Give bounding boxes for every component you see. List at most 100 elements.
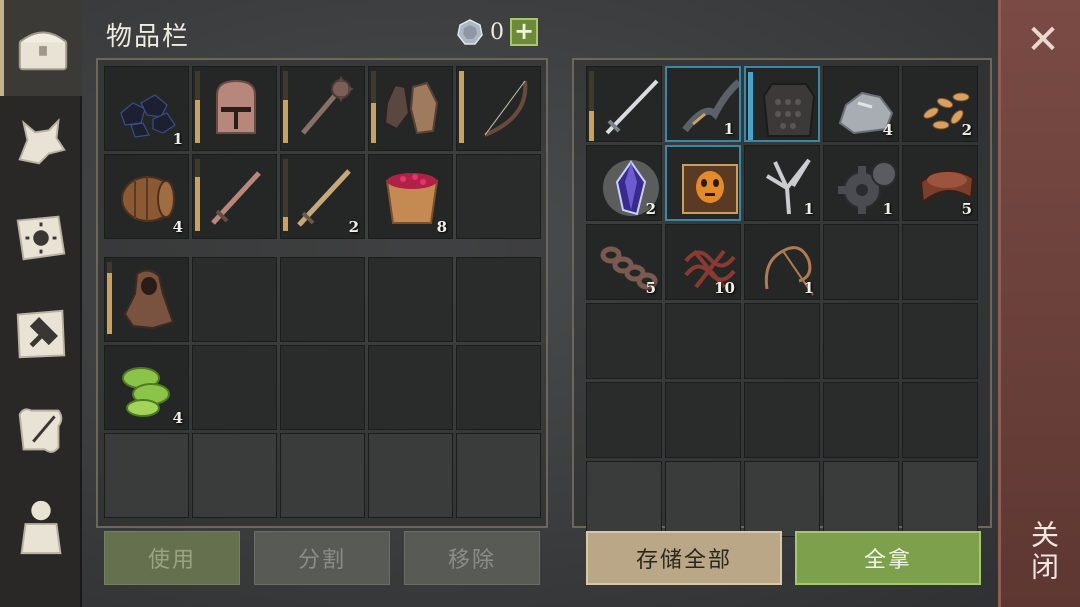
slot-long-sword[interactable]: 2: [280, 154, 365, 239]
close-icon[interactable]: ✕: [1023, 20, 1063, 60]
empty-slot[interactable]: [586, 303, 662, 379]
slot-leather[interactable]: 5: [902, 145, 978, 221]
slot-leather-gloves[interactable]: [368, 66, 453, 151]
slot-berry-bucket[interactable]: 8: [368, 154, 453, 239]
storage-slots-grid: 1 4 2 2 1 1 5 5 10 1: [586, 66, 978, 537]
slot-stone[interactable]: 4: [823, 66, 899, 142]
coin-count: 0: [490, 19, 504, 45]
add-coin-button[interactable]: +: [510, 18, 538, 46]
empty-slot[interactable]: [456, 345, 541, 430]
item-count: 2: [961, 121, 972, 139]
empty-slot[interactable]: [823, 461, 899, 537]
empty-slot[interactable]: [280, 257, 365, 342]
use-button[interactable]: 使用: [104, 531, 240, 585]
store-all-button[interactable]: 存储全部: [586, 531, 782, 585]
close-panel[interactable]: ✕ 关闭: [998, 0, 1080, 607]
slot-chain[interactable]: 5: [586, 224, 662, 300]
slot-crystal[interactable]: 2: [586, 145, 662, 221]
empty-slot[interactable]: [665, 303, 741, 379]
empty-slot[interactable]: [902, 224, 978, 300]
chain-armor-icon: [762, 83, 816, 137]
item-count: 1: [172, 130, 183, 148]
hammer-icon: [16, 309, 66, 359]
durability-bar: [283, 71, 288, 143]
item-count: 4: [882, 121, 893, 139]
take-all-button[interactable]: 全拿: [795, 531, 981, 585]
item-count: 4: [172, 409, 183, 427]
empty-slot[interactable]: [823, 224, 899, 300]
item-count: 5: [961, 200, 972, 218]
quick-slots-grid: 1 4 2 8: [104, 66, 541, 239]
empty-slot[interactable]: [456, 154, 541, 239]
bag-slots-grid: 4: [104, 257, 541, 518]
slot-chain-armor[interactable]: [744, 66, 820, 142]
durability-bar: [195, 159, 200, 231]
empty-slot[interactable]: [104, 433, 189, 518]
empty-slot[interactable]: [902, 461, 978, 537]
durability-bar: [195, 71, 200, 143]
split-button[interactable]: 分割: [254, 531, 390, 585]
empty-slot[interactable]: [368, 433, 453, 518]
sidebar-tab-quill-scroll[interactable]: [0, 382, 82, 478]
durability-bar: [748, 72, 753, 140]
slot-seeds[interactable]: 2: [902, 66, 978, 142]
slot-hooded-cloak[interactable]: [104, 257, 189, 342]
slot-rope[interactable]: 1: [744, 224, 820, 300]
empty-slot[interactable]: [823, 382, 899, 458]
empty-slot[interactable]: [902, 382, 978, 458]
empty-slot[interactable]: [192, 345, 277, 430]
empty-slot[interactable]: [744, 303, 820, 379]
empty-slot[interactable]: [586, 461, 662, 537]
slot-recurve-bow[interactable]: 1: [665, 66, 741, 142]
slot-claw[interactable]: 1: [744, 145, 820, 221]
mace-icon: [301, 76, 354, 135]
empty-slot[interactable]: [368, 345, 453, 430]
steel-sword-icon: [605, 79, 659, 135]
wolf-icon: [18, 118, 66, 165]
empty-slot[interactable]: [192, 257, 277, 342]
slot-rope-bundle[interactable]: 10: [665, 224, 741, 300]
slot-mask-book[interactable]: [665, 145, 741, 221]
bow-icon: [484, 80, 528, 137]
item-count: 1: [723, 120, 734, 138]
empty-slot[interactable]: [665, 461, 741, 537]
close-label[interactable]: 关闭: [1023, 520, 1063, 584]
durability-bar: [459, 71, 464, 143]
remove-button[interactable]: 移除: [404, 531, 540, 585]
durability-bar: [371, 71, 376, 143]
slot-bow[interactable]: [456, 66, 541, 151]
sidebar-tab-chest[interactable]: [0, 0, 82, 96]
empty-slot[interactable]: [665, 382, 741, 458]
durability-bar: [283, 159, 288, 231]
slot-coal[interactable]: 1: [104, 66, 189, 151]
coin-icon: [457, 19, 483, 45]
sidebar-tab-character[interactable]: [0, 478, 82, 574]
durability-bar: [107, 262, 112, 334]
slot-mace[interactable]: [280, 66, 365, 151]
empty-slot[interactable]: [823, 303, 899, 379]
empty-slot[interactable]: [456, 433, 541, 518]
chest-icon: [18, 31, 68, 71]
empty-slot[interactable]: [586, 382, 662, 458]
empty-slot[interactable]: [744, 461, 820, 537]
item-count: 4: [172, 218, 183, 236]
slot-barrel[interactable]: 4: [104, 154, 189, 239]
sidebar-tab-hammer[interactable]: [0, 286, 82, 382]
empty-slot[interactable]: [744, 382, 820, 458]
slot-steel-sword[interactable]: [586, 66, 662, 142]
slot-sword[interactable]: [192, 154, 277, 239]
slot-gear[interactable]: 1: [823, 145, 899, 221]
item-count: 2: [348, 218, 359, 236]
sidebar-tab-wolf[interactable]: [0, 94, 82, 190]
empty-slot[interactable]: [368, 257, 453, 342]
item-count: 2: [645, 200, 656, 218]
empty-slot[interactable]: [456, 257, 541, 342]
empty-slot[interactable]: [192, 433, 277, 518]
page-title: 物品栏: [106, 22, 191, 52]
sidebar-tab-sun-book[interactable]: [0, 190, 82, 286]
slot-iron-helmet[interactable]: [192, 66, 277, 151]
empty-slot[interactable]: [280, 345, 365, 430]
empty-slot[interactable]: [902, 303, 978, 379]
empty-slot[interactable]: [280, 433, 365, 518]
slot-cactus-food[interactable]: 4: [104, 345, 189, 430]
